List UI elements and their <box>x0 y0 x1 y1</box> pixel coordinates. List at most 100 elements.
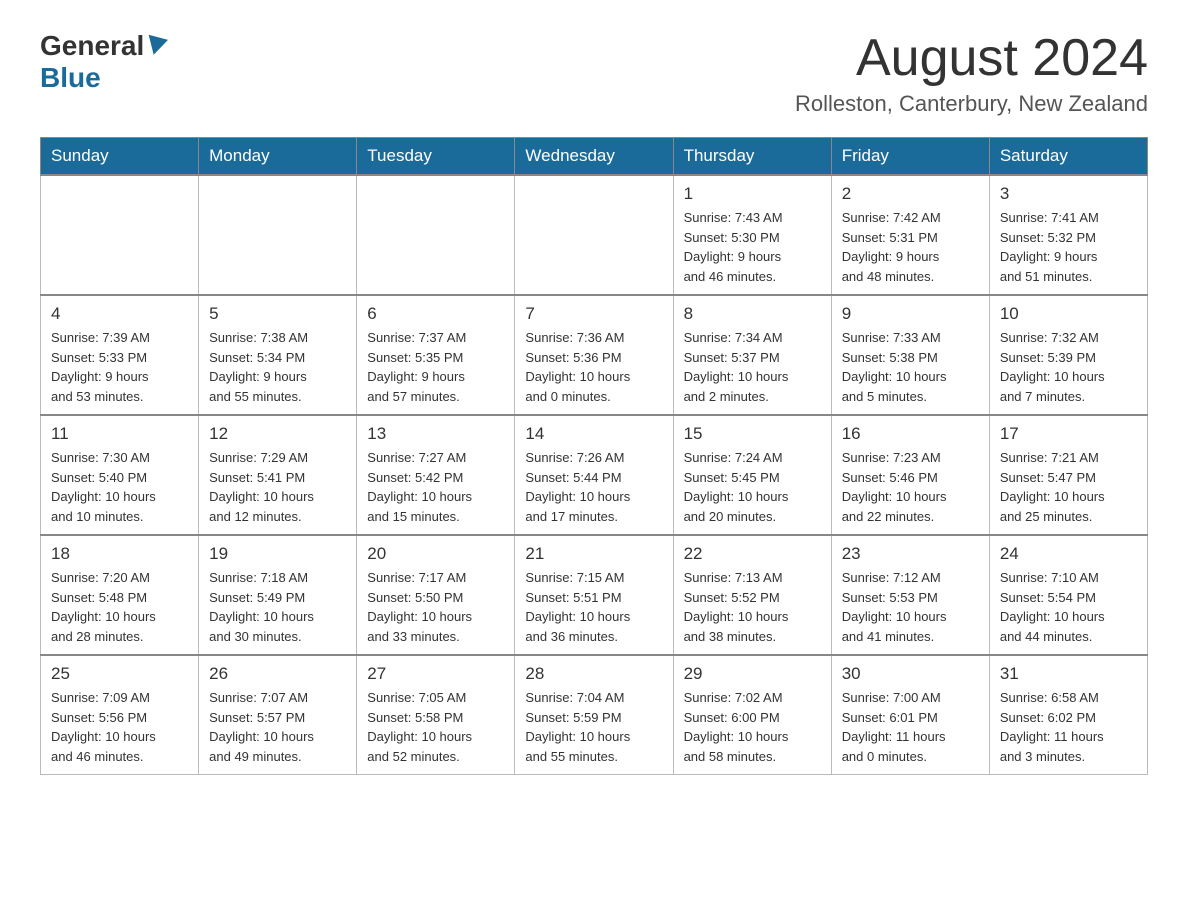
calendar-cell: 9 Sunrise: 7:33 AM Sunset: 5:38 PM Daylig… <box>831 295 989 415</box>
day-info: Sunrise: 7:15 AM Sunset: 5:51 PM Dayligh… <box>525 568 662 646</box>
calendar-cell: 11 Sunrise: 7:30 AM Sunset: 5:40 PM Dayli… <box>41 415 199 535</box>
day-info: Sunrise: 7:41 AM Sunset: 5:32 PM Dayligh… <box>1000 208 1137 286</box>
day-number: 3 <box>1000 184 1137 204</box>
day-number: 30 <box>842 664 979 684</box>
logo-general-text: General <box>40 30 144 62</box>
day-info: Sunrise: 7:37 AM Sunset: 5:35 PM Dayligh… <box>367 328 504 406</box>
day-info: Sunrise: 7:32 AM Sunset: 5:39 PM Dayligh… <box>1000 328 1137 406</box>
calendar-cell: 1 Sunrise: 7:43 AM Sunset: 5:30 PM Daylig… <box>673 175 831 295</box>
page-header: General Blue August 2024 Rolleston, Cant… <box>40 30 1148 117</box>
calendar-day-header: Tuesday <box>357 138 515 176</box>
day-info: Sunrise: 7:04 AM Sunset: 5:59 PM Dayligh… <box>525 688 662 766</box>
calendar-cell: 8Sunrise: 7:34 AM Sunset: 5:37 PM Daylig… <box>673 295 831 415</box>
calendar-cell: 29Sunrise: 7:02 AM Sunset: 6:00 PM Dayli… <box>673 655 831 775</box>
calendar-week-row: 25 Sunrise: 7:09 AM Sunset: 5:56 PM Dayli… <box>41 655 1148 775</box>
day-number: 14 <box>525 424 662 444</box>
calendar-cell: 5 Sunrise: 7:38 AM Sunset: 5:34 PM Daylig… <box>199 295 357 415</box>
calendar-cell: 7Sunrise: 7:36 AM Sunset: 5:36 PM Daylig… <box>515 295 673 415</box>
day-number: 12 <box>209 424 346 444</box>
calendar-cell: 20 Sunrise: 7:17 AM Sunset: 5:50 PM Dayli… <box>357 535 515 655</box>
day-info: Sunrise: 7:23 AM Sunset: 5:46 PM Dayligh… <box>842 448 979 526</box>
day-info: Sunrise: 7:07 AM Sunset: 5:57 PM Dayligh… <box>209 688 346 766</box>
day-number: 1 <box>684 184 821 204</box>
day-number: 4 <box>51 304 188 324</box>
calendar-cell <box>199 175 357 295</box>
calendar-week-row: 4 Sunrise: 7:39 AM Sunset: 5:33 PM Daylig… <box>41 295 1148 415</box>
day-info: Sunrise: 7:13 AM Sunset: 5:52 PM Dayligh… <box>684 568 821 646</box>
day-info: Sunrise: 7:00 AM Sunset: 6:01 PM Dayligh… <box>842 688 979 766</box>
calendar-header-row: SundayMondayTuesdayWednesdayThursdayFrid… <box>41 138 1148 176</box>
day-info: Sunrise: 7:38 AM Sunset: 5:34 PM Dayligh… <box>209 328 346 406</box>
calendar-cell: 31 Sunrise: 6:58 AM Sunset: 6:02 PM Dayli… <box>989 655 1147 775</box>
calendar-day-header: Wednesday <box>515 138 673 176</box>
location-text: Rolleston, Canterbury, New Zealand <box>795 91 1148 117</box>
day-info: Sunrise: 7:02 AM Sunset: 6:00 PM Dayligh… <box>684 688 821 766</box>
calendar-cell: 2Sunrise: 7:42 AM Sunset: 5:31 PM Daylig… <box>831 175 989 295</box>
calendar-table: SundayMondayTuesdayWednesdayThursdayFrid… <box>40 137 1148 775</box>
logo-text: General <box>40 30 168 62</box>
day-info: Sunrise: 7:27 AM Sunset: 5:42 PM Dayligh… <box>367 448 504 526</box>
calendar-week-row: 18 Sunrise: 7:20 AM Sunset: 5:48 PM Dayli… <box>41 535 1148 655</box>
calendar-cell: 14 Sunrise: 7:26 AM Sunset: 5:44 PM Dayli… <box>515 415 673 535</box>
calendar-cell <box>515 175 673 295</box>
day-number: 16 <box>842 424 979 444</box>
calendar-day-header: Sunday <box>41 138 199 176</box>
calendar-cell: 4 Sunrise: 7:39 AM Sunset: 5:33 PM Daylig… <box>41 295 199 415</box>
day-number: 28 <box>525 664 662 684</box>
day-number: 6 <box>367 304 504 324</box>
day-number: 21 <box>525 544 662 564</box>
day-number: 20 <box>367 544 504 564</box>
day-number: 19 <box>209 544 346 564</box>
logo: General Blue <box>40 30 168 94</box>
day-number: 22 <box>684 544 821 564</box>
calendar-week-row: 11 Sunrise: 7:30 AM Sunset: 5:40 PM Dayli… <box>41 415 1148 535</box>
day-info: Sunrise: 7:26 AM Sunset: 5:44 PM Dayligh… <box>525 448 662 526</box>
day-number: 2 <box>842 184 979 204</box>
logo-blue-text: Blue <box>40 62 101 94</box>
day-number: 15 <box>684 424 821 444</box>
calendar-cell: 22 Sunrise: 7:13 AM Sunset: 5:52 PM Dayli… <box>673 535 831 655</box>
calendar-day-header: Monday <box>199 138 357 176</box>
calendar-cell: 13Sunrise: 7:27 AM Sunset: 5:42 PM Dayli… <box>357 415 515 535</box>
calendar-cell: 19 Sunrise: 7:18 AM Sunset: 5:49 PM Dayli… <box>199 535 357 655</box>
calendar-cell: 26 Sunrise: 7:07 AM Sunset: 5:57 PM Dayli… <box>199 655 357 775</box>
calendar-cell: 28 Sunrise: 7:04 AM Sunset: 5:59 PM Dayli… <box>515 655 673 775</box>
day-number: 26 <box>209 664 346 684</box>
calendar-cell: 10Sunrise: 7:32 AM Sunset: 5:39 PM Dayli… <box>989 295 1147 415</box>
day-number: 27 <box>367 664 504 684</box>
day-number: 5 <box>209 304 346 324</box>
day-info: Sunrise: 7:39 AM Sunset: 5:33 PM Dayligh… <box>51 328 188 406</box>
day-info: Sunrise: 7:36 AM Sunset: 5:36 PM Dayligh… <box>525 328 662 406</box>
calendar-cell <box>357 175 515 295</box>
month-title: August 2024 <box>795 30 1148 87</box>
calendar-cell: 23 Sunrise: 7:12 AM Sunset: 5:53 PM Dayli… <box>831 535 989 655</box>
day-info: Sunrise: 7:17 AM Sunset: 5:50 PM Dayligh… <box>367 568 504 646</box>
day-number: 25 <box>51 664 188 684</box>
day-info: Sunrise: 6:58 AM Sunset: 6:02 PM Dayligh… <box>1000 688 1137 766</box>
day-number: 24 <box>1000 544 1137 564</box>
day-info: Sunrise: 7:33 AM Sunset: 5:38 PM Dayligh… <box>842 328 979 406</box>
calendar-cell: 21 Sunrise: 7:15 AM Sunset: 5:51 PM Dayli… <box>515 535 673 655</box>
day-info: Sunrise: 7:30 AM Sunset: 5:40 PM Dayligh… <box>51 448 188 526</box>
day-info: Sunrise: 7:12 AM Sunset: 5:53 PM Dayligh… <box>842 568 979 646</box>
day-info: Sunrise: 7:18 AM Sunset: 5:49 PM Dayligh… <box>209 568 346 646</box>
calendar-cell: 15Sunrise: 7:24 AM Sunset: 5:45 PM Dayli… <box>673 415 831 535</box>
day-number: 9 <box>842 304 979 324</box>
day-number: 11 <box>51 424 188 444</box>
day-info: Sunrise: 7:09 AM Sunset: 5:56 PM Dayligh… <box>51 688 188 766</box>
day-info: Sunrise: 7:43 AM Sunset: 5:30 PM Dayligh… <box>684 208 821 286</box>
day-number: 17 <box>1000 424 1137 444</box>
logo-triangle-icon <box>144 35 168 58</box>
calendar-cell <box>41 175 199 295</box>
calendar-cell: 3 Sunrise: 7:41 AM Sunset: 5:32 PM Daylig… <box>989 175 1147 295</box>
calendar-day-header: Saturday <box>989 138 1147 176</box>
day-number: 18 <box>51 544 188 564</box>
calendar-cell: 25 Sunrise: 7:09 AM Sunset: 5:56 PM Dayli… <box>41 655 199 775</box>
calendar-cell: 6 Sunrise: 7:37 AM Sunset: 5:35 PM Daylig… <box>357 295 515 415</box>
day-number: 31 <box>1000 664 1137 684</box>
calendar-cell: 17Sunrise: 7:21 AM Sunset: 5:47 PM Dayli… <box>989 415 1147 535</box>
day-info: Sunrise: 7:10 AM Sunset: 5:54 PM Dayligh… <box>1000 568 1137 646</box>
day-info: Sunrise: 7:29 AM Sunset: 5:41 PM Dayligh… <box>209 448 346 526</box>
day-number: 23 <box>842 544 979 564</box>
day-info: Sunrise: 7:20 AM Sunset: 5:48 PM Dayligh… <box>51 568 188 646</box>
